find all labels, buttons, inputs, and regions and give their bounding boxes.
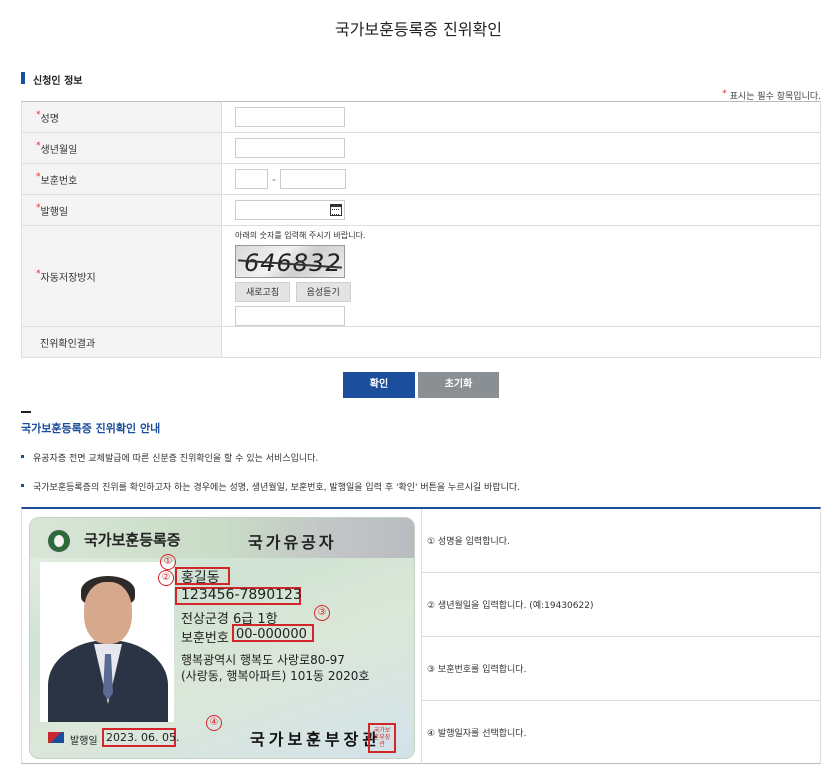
calendar-icon[interactable] xyxy=(330,204,342,216)
veteran-no-suffix-input[interactable] xyxy=(279,169,346,189)
issue-date-label-cell: *발행일 xyxy=(21,194,222,226)
emblem-icon xyxy=(46,528,72,554)
card-address-line2: (사랑동, 행복아파트) 101동 2020호 xyxy=(181,669,370,683)
card-issuer: 국가보훈부장관 xyxy=(250,730,382,749)
ministry-logo-icon xyxy=(48,732,64,743)
card-type: 국가유공자 xyxy=(248,533,337,552)
veteran-no-label-cell: *보훈번호 xyxy=(21,163,222,195)
guide-title: 국가보훈등록증 진위확인 안내 xyxy=(21,422,161,435)
guide-step: ① 성명을 입력합니다. xyxy=(422,509,821,573)
holder-photo xyxy=(40,562,174,722)
applicant-section-title: 신청인 정보 xyxy=(21,72,82,87)
card-veteran-no-label: 보훈번호 xyxy=(181,631,229,646)
guide-bullet: 유공자증 전면 교체발급에 따른 신분증 진위확인을 할 수 있는 서비스입니다… xyxy=(21,451,318,464)
card-name: 홍길동 xyxy=(181,570,220,586)
result-label: 진위확인결과 xyxy=(40,338,96,350)
captcha-input[interactable] xyxy=(235,305,345,326)
required-mark: * xyxy=(722,89,727,99)
birth-label-cell: *생년월일 xyxy=(21,132,222,164)
name-label-cell: *성명 xyxy=(21,101,222,133)
guide-box: 국가보훈등록증 국가유공자 ① 홍길동 ② 123456-7890123 전상군… xyxy=(21,507,821,764)
birth-label: 생년월일 xyxy=(40,144,78,156)
captcha-label: 자동저장방지 xyxy=(40,272,96,284)
guide-steps: ① 성명을 입력합니다. ② 생년월일을 입력합니다. (예:19430622)… xyxy=(421,509,821,764)
captcha-audio-button[interactable]: 음성듣기 xyxy=(295,281,351,302)
applicant-form: *성명 *생년월일 *보훈번호 - *발행일 *자동저장방지 아래의 숫자를 입… xyxy=(21,101,821,358)
card-issue-label: 발행일 xyxy=(70,736,98,747)
veteran-no-label: 보훈번호 xyxy=(40,175,78,187)
page-title: 국가보훈등록증 진위확인 xyxy=(334,20,502,39)
birth-input[interactable] xyxy=(235,138,345,158)
marker-3: ③ xyxy=(314,605,330,621)
name-label: 성명 xyxy=(40,113,59,125)
issue-date-input[interactable] xyxy=(235,200,345,220)
guide-step: ② 생년월일을 입력합니다. (예:19430622) xyxy=(422,573,821,637)
card-veteran-no: 00-000000 xyxy=(236,627,307,642)
guide-bullet: 국가보훈등록증의 진위를 확인하고자 하는 경우에는 성명, 생년월일, 보훈번… xyxy=(21,480,520,493)
captcha-label-cell: *자동저장방지 xyxy=(21,225,222,327)
guide-step: ④ 발행일자를 선택합니다. xyxy=(427,729,527,739)
marker-2: ② xyxy=(158,570,174,586)
marker-4: ④ xyxy=(206,715,222,731)
captcha-hint: 아래의 숫자를 입력해 주시기 바랍니다. xyxy=(235,230,366,240)
result-value xyxy=(221,326,821,358)
official-seal: 국가보훈부장관 xyxy=(368,723,396,753)
reset-button[interactable]: 초기화 xyxy=(418,372,499,398)
guide-divider xyxy=(21,411,31,413)
guide-step: ③ 보훈번호를 입력합니다. xyxy=(422,637,821,701)
card-id-number: 123456-7890123 xyxy=(181,587,302,603)
veteran-no-separator: - xyxy=(272,172,276,186)
captcha-image: 646832 xyxy=(235,244,345,278)
confirm-button[interactable]: 확인 xyxy=(343,372,415,398)
marker-1: ① xyxy=(160,554,176,570)
card-address-line1: 행복광역시 행복도 사랑로80-97 xyxy=(181,653,345,667)
card-issue-date: 2023. 06. 05. xyxy=(106,731,180,744)
veteran-no-prefix-input[interactable] xyxy=(235,169,268,189)
issue-date-label: 발행일 xyxy=(40,206,69,218)
card-title: 국가보훈등록증 xyxy=(84,531,181,549)
captcha-refresh-button[interactable]: 새로고침 xyxy=(235,281,291,302)
name-input[interactable] xyxy=(235,107,345,127)
sample-card-image: 국가보훈등록증 국가유공자 ① 홍길동 ② 123456-7890123 전상군… xyxy=(29,517,415,759)
result-label-cell: 진위확인결과 xyxy=(21,326,222,358)
